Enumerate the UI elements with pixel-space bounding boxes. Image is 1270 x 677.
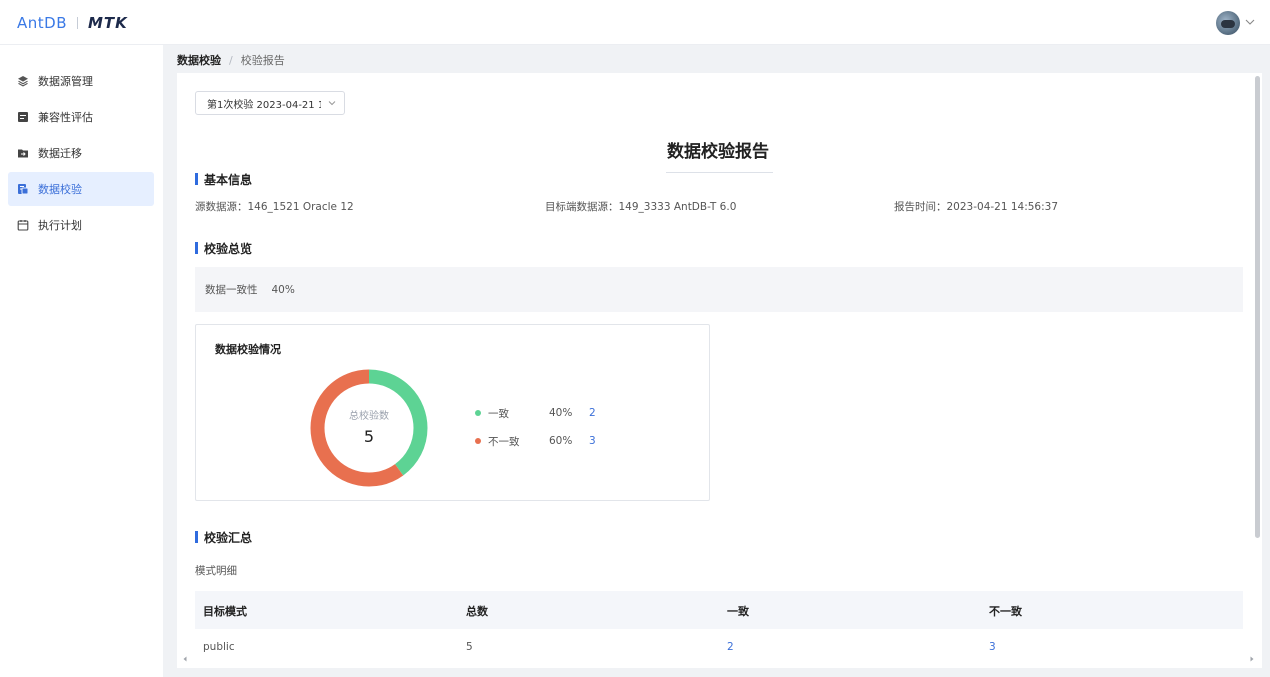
layers-icon <box>18 76 28 87</box>
section-title-text: 校验总览 <box>204 241 253 256</box>
top-bar: AntDB MTK <box>0 0 1270 45</box>
title-divider <box>666 172 773 173</box>
legend-count[interactable]: 2 <box>589 407 596 419</box>
source-datasource: 源数据源：146_1521 Oracle 12 <box>195 201 354 213</box>
scroll-right-arrow-icon[interactable] <box>1248 655 1256 663</box>
sidebar-item-datasource[interactable]: 数据源管理 <box>8 64 154 98</box>
legend-item-consistent[interactable]: 一致 40% 2 <box>475 406 596 420</box>
legend-dot <box>475 410 481 416</box>
donut-center-value: 5 <box>364 427 374 446</box>
column-header-consistent: 一致 <box>727 605 749 618</box>
column-header-inconsistent: 不一致 <box>989 605 1022 618</box>
vertical-scrollbar-thumb[interactable] <box>1255 76 1260 538</box>
section-title-basic-info: 基本信息 <box>195 171 252 187</box>
section-title-text: 基本信息 <box>204 172 253 187</box>
logo-divider <box>77 17 78 29</box>
column-header-total: 总数 <box>466 605 488 618</box>
section-marker <box>195 531 198 543</box>
table-row: public 5 2 3 <box>195 629 1243 659</box>
breadcrumb-separator: / <box>229 53 233 67</box>
donut-chart: 总校验数 5 <box>310 369 428 487</box>
sidebar-item-label: 数据迁移 <box>38 147 82 160</box>
section-title-text: 校验汇总 <box>204 530 253 545</box>
sidebar-item-label: 数据源管理 <box>38 75 93 88</box>
card-title: 数据校验情况 <box>215 343 281 356</box>
schema-detail-label: 模式明细 <box>195 565 237 577</box>
donut-center-label: 总校验数 <box>349 409 389 422</box>
sidebar: 数据源管理 兼容性评估 数据迁移 数据校验 执行计划 <box>0 45 163 677</box>
consistency-value: 40% <box>271 283 295 296</box>
chevron-down-icon[interactable] <box>1244 16 1256 28</box>
legend-count[interactable]: 3 <box>589 435 596 447</box>
logo-product: MTK <box>88 14 128 32</box>
legend-label: 不一致 <box>488 435 520 448</box>
assessment-icon <box>18 112 28 122</box>
check-run-select[interactable]: 第1次校验 2023-04-21 14:56:37 <box>195 91 345 115</box>
chevron-down-icon <box>328 101 336 106</box>
legend-percent: 40% <box>549 407 573 419</box>
sidebar-item-execution-plan[interactable]: 执行计划 <box>8 208 154 242</box>
legend-percent: 60% <box>549 435 573 447</box>
cell-schema: public <box>203 641 235 653</box>
data-check-icon <box>18 184 29 195</box>
check-run-select-value: 第1次校验 2023-04-21 14:56:37 <box>207 99 321 111</box>
section-title-summary: 校验汇总 <box>195 529 252 545</box>
sidebar-item-migration[interactable]: 数据迁移 <box>8 136 154 170</box>
cell-inconsistent-link[interactable]: 3 <box>989 641 996 653</box>
section-marker <box>195 173 198 185</box>
table-header: 目标模式 总数 一致 不一致 <box>195 591 1243 629</box>
legend-dot <box>475 438 481 444</box>
sidebar-item-data-check[interactable]: 数据校验 <box>8 172 154 206</box>
report-content: 第1次校验 2023-04-21 14:56:37 数据校验报告 基本信息 源数… <box>177 73 1262 668</box>
calendar-icon <box>17 220 29 231</box>
column-header-schema: 目标模式 <box>203 605 247 618</box>
logo-brand: AntDB <box>17 14 67 32</box>
folder-migrate-icon <box>18 149 28 158</box>
sidebar-item-label: 兼容性评估 <box>38 111 93 124</box>
legend-label: 一致 <box>488 407 509 420</box>
app-logo[interactable]: AntDB MTK <box>17 13 128 33</box>
consistency-summary: 数据一致性 40% <box>195 267 1243 312</box>
report-time: 报告时间：2023-04-21 14:56:37 <box>894 201 1059 213</box>
cell-consistent-link[interactable]: 2 <box>727 641 734 653</box>
cell-total: 5 <box>466 641 473 653</box>
check-status-card: 数据校验情况 总校验数 5 一致 40% 2 不一致 60% 3 <box>195 324 710 501</box>
sidebar-item-label: 数据校验 <box>38 183 82 196</box>
target-datasource: 目标端数据源：149_3333 AntDB-T 6.0 <box>545 201 737 213</box>
section-title-overview: 校验总览 <box>195 240 252 256</box>
sidebar-item-compatibility[interactable]: 兼容性评估 <box>8 100 154 134</box>
legend-item-inconsistent[interactable]: 不一致 60% 3 <box>475 434 596 448</box>
user-avatar[interactable] <box>1216 11 1240 35</box>
scroll-left-arrow-icon[interactable] <box>181 655 189 663</box>
sidebar-item-label: 执行计划 <box>38 219 82 232</box>
breadcrumb-current: 校验报告 <box>240 54 285 67</box>
section-marker <box>195 242 198 254</box>
consistency-label: 数据一致性 <box>205 284 258 296</box>
breadcrumb: 数据校验 / 校验报告 <box>177 51 285 69</box>
breadcrumb-parent[interactable]: 数据校验 <box>177 52 221 68</box>
page-title: 数据校验报告 <box>667 142 769 162</box>
